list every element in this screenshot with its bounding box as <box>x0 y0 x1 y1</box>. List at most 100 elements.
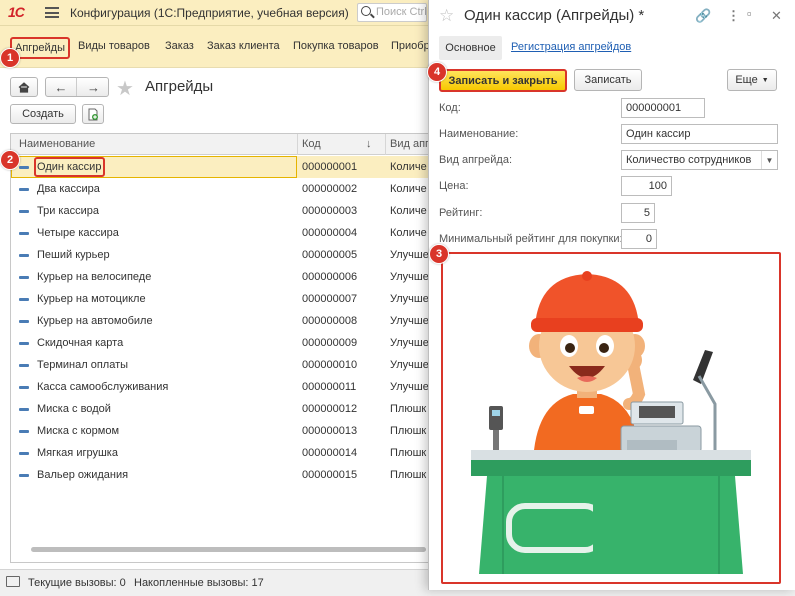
table-row[interactable]: Мягкая игрушка 000000014 Плюшк <box>11 442 429 464</box>
cell-type: Улучше <box>390 381 429 393</box>
create-button[interactable]: Создать <box>10 104 76 124</box>
section-acquire[interactable]: Приобр <box>391 40 430 52</box>
table-row[interactable]: Четыре кассира 000000004 Количе <box>11 222 429 244</box>
highlight-frame <box>34 157 105 177</box>
column-header-type[interactable]: Вид апг <box>390 138 429 150</box>
table-row[interactable]: Курьер на автомобиле 000000008 Улучше <box>11 310 429 332</box>
table-row[interactable]: Миска с водой 000000012 Плюшк <box>11 398 429 420</box>
save-and-close-button[interactable]: Записать и закрыть <box>439 69 567 92</box>
more-vertical-icon[interactable]: ⋮ <box>727 8 740 24</box>
add-document-icon <box>88 108 98 120</box>
table-header: Наименование Код ↓ Вид апг <box>11 134 429 155</box>
cashier-illustration <box>471 271 751 574</box>
more-button[interactable]: Еще ▼ <box>727 69 777 91</box>
cell-code: 000000006 <box>302 271 358 283</box>
cell-code: 000000003 <box>302 205 358 217</box>
tab-registration[interactable]: Регистрация апгрейдов <box>511 41 631 53</box>
type-label: Вид апгрейда: <box>439 154 513 166</box>
nav-buttons: ← → <box>45 77 109 97</box>
price-field[interactable]: 100 <box>621 176 672 196</box>
menu-icon[interactable] <box>45 7 59 18</box>
table-row[interactable]: Пеший курьер 000000005 Улучше <box>11 244 429 266</box>
cell-type: Улучше <box>390 249 429 261</box>
cell-code: 000000011 <box>302 381 357 393</box>
cell-name: Курьер на мотоцикле <box>37 293 146 305</box>
table-row[interactable]: Один кассир 000000001 Количе <box>11 156 429 178</box>
link-icon[interactable]: 🔗 <box>695 8 711 24</box>
table-row[interactable]: Скидочная карта 000000009 Улучше <box>11 332 429 354</box>
table-row[interactable]: Терминал оплаты 000000010 Улучше <box>11 354 429 376</box>
dropdown-arrow-icon[interactable]: ▼ <box>761 151 777 169</box>
catalog-item-icon <box>19 342 29 345</box>
cell-type: Количе <box>390 183 427 195</box>
catalog-item-icon <box>19 364 29 367</box>
upgrade-picture[interactable] <box>441 252 781 584</box>
table-row[interactable]: Два кассира 000000002 Количе <box>11 178 429 200</box>
table-row[interactable]: Миска с кормом 000000013 Плюшк <box>11 420 429 442</box>
cell-type: Плюшк <box>390 469 427 481</box>
cell-code: 000000002 <box>302 183 358 195</box>
page-title: Апгрейды <box>145 78 214 95</box>
back-arrow-icon[interactable]: ← <box>46 78 77 96</box>
catalog-item-icon <box>19 254 29 257</box>
1c-logo: 1С <box>8 4 25 20</box>
search-input[interactable]: Поиск Ctrl <box>357 3 427 22</box>
home-button[interactable] <box>10 77 38 97</box>
cell-type: Плюшк <box>390 425 427 437</box>
section-product-types[interactable]: Виды товаров <box>78 40 150 52</box>
cell-code: 000000009 <box>302 337 358 349</box>
cell-name: Два кассира <box>37 183 100 195</box>
horizontal-scrollbar[interactable] <box>31 547 426 552</box>
upgrades-table: Наименование Код ↓ Вид апг Один кассир 00… <box>10 133 430 563</box>
code-field[interactable]: 000000001 <box>621 98 705 118</box>
catalog-item-icon <box>19 232 29 235</box>
calls-window-icon[interactable] <box>6 576 20 587</box>
rating-field[interactable]: 5 <box>621 203 655 223</box>
create-copy-button[interactable] <box>82 104 104 124</box>
table-row[interactable]: Три кассира 000000003 Количе <box>11 200 429 222</box>
type-select[interactable]: Количество сотрудников ▼ <box>621 150 778 170</box>
favorite-star-icon[interactable]: ★ <box>116 76 134 101</box>
cell-name: Касса самообслуживания <box>37 381 169 393</box>
cell-type: Плюшк <box>390 403 427 415</box>
section-client-order[interactable]: Заказ клиента <box>207 40 280 52</box>
cell-type: Улучше <box>390 337 429 349</box>
type-select-value: Количество сотрудников <box>626 154 752 166</box>
table-row[interactable]: Вальер ожидания 000000015 Плюшк <box>11 464 429 486</box>
cell-name: Четыре кассира <box>37 227 119 239</box>
code-label: Код: <box>439 102 461 114</box>
catalog-item-icon <box>19 320 29 323</box>
save-button[interactable]: Записать <box>574 69 642 91</box>
cell-code: 000000001 <box>302 161 358 173</box>
table-row[interactable]: Касса самообслуживания 000000011 Улучше <box>11 376 429 398</box>
minimize-icon[interactable]: ▫ <box>747 6 752 21</box>
min-rating-field[interactable]: 0 <box>621 229 657 249</box>
cell-code: 000000012 <box>302 403 358 415</box>
catalog-item-icon <box>19 298 29 301</box>
cell-type: Количе <box>390 161 427 173</box>
tab-main[interactable]: Основное <box>439 36 502 60</box>
cell-name: Вальер ожидания <box>37 469 129 481</box>
cell-type: Улучше <box>390 271 429 283</box>
column-header-code[interactable]: Код <box>302 138 321 150</box>
name-field[interactable]: Один кассир <box>621 124 778 144</box>
column-header-name[interactable]: Наименование <box>19 138 95 150</box>
favorite-star-icon[interactable]: ☆ <box>439 6 454 26</box>
cell-code: 000000013 <box>302 425 358 437</box>
cell-type: Плюшк <box>390 447 427 459</box>
cell-code: 000000014 <box>302 447 358 459</box>
table-row[interactable]: Курьер на велосипеде 000000006 Улучше <box>11 266 429 288</box>
close-icon[interactable]: ✕ <box>771 8 782 24</box>
section-order[interactable]: Заказ <box>165 40 194 52</box>
cell-type: Улучше <box>390 359 429 371</box>
chevron-down-icon: ▼ <box>761 76 769 84</box>
forward-arrow-icon[interactable]: → <box>78 78 109 96</box>
catalog-item-icon <box>19 452 29 455</box>
app-title: Конфигурация (1С:Предприятие, учебная ве… <box>70 6 349 20</box>
sort-down-arrow-icon: ↓ <box>366 138 372 150</box>
cell-name: Миска с водой <box>37 403 111 415</box>
table-row[interactable]: Курьер на мотоцикле 000000007 Улучше <box>11 288 429 310</box>
current-calls: Текущие вызовы: 0 <box>28 577 126 589</box>
cell-code: 000000015 <box>302 469 358 481</box>
section-purchase[interactable]: Покупка товаров <box>293 40 379 52</box>
